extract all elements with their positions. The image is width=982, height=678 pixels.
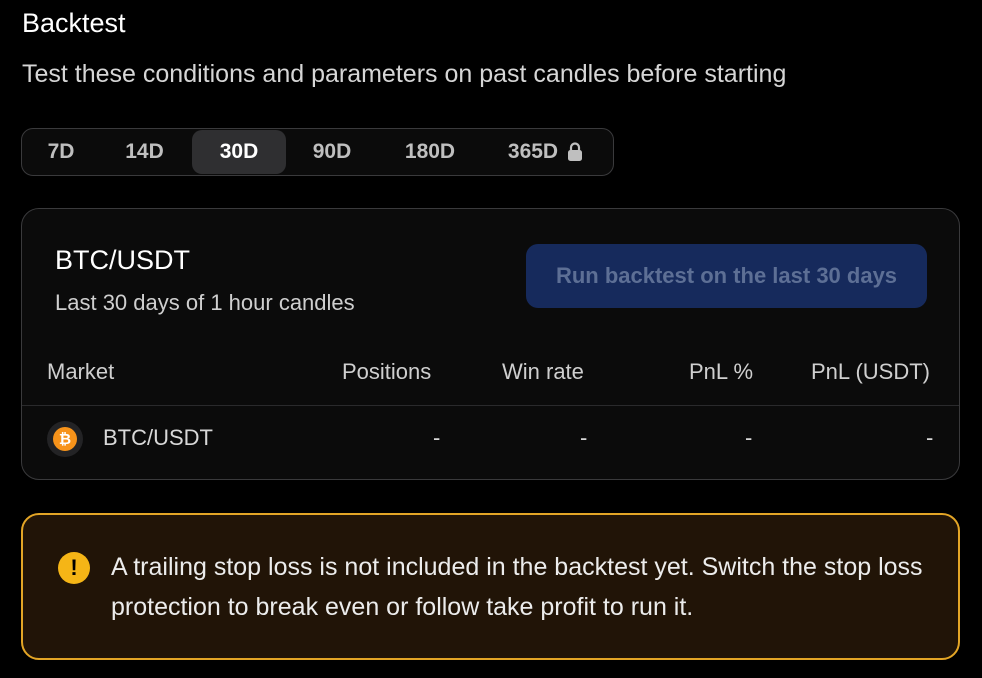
period-label: 7D bbox=[47, 140, 75, 163]
row-pnl-pct: - bbox=[745, 425, 753, 450]
page-title: Backtest bbox=[22, 8, 126, 38]
column-market: Market bbox=[47, 359, 115, 384]
period-365d[interactable]: 365D bbox=[482, 130, 610, 174]
run-backtest-button[interactable]: Run backtest on the last 30 days bbox=[526, 244, 927, 308]
period-selector: 7D 14D 30D 90D 180D 365D bbox=[21, 128, 614, 176]
period-label: 30D bbox=[219, 140, 259, 163]
warning-text: A trailing stop loss is not included in … bbox=[111, 553, 923, 621]
period-14d[interactable]: 14D bbox=[97, 130, 192, 174]
table-header: Market Positions Win rate PnL % PnL (USD… bbox=[22, 359, 959, 405]
period-label: 90D bbox=[312, 140, 352, 163]
warning-icon: ! bbox=[58, 552, 90, 584]
period-90d[interactable]: 90D bbox=[286, 130, 378, 174]
period-180d[interactable]: 180D bbox=[378, 130, 482, 174]
period-label: 180D bbox=[404, 140, 456, 163]
column-win-rate: Win rate bbox=[502, 359, 584, 384]
backtest-card: BTC/USDT Last 30 days of 1 hour candles … bbox=[21, 208, 960, 480]
row-win-rate: - bbox=[580, 425, 588, 450]
lock-icon bbox=[568, 142, 583, 161]
btc-coin-icon: ₿ bbox=[47, 421, 83, 457]
column-pnl-usdt: PnL (USDT) bbox=[811, 359, 930, 384]
trailing-stop-warning: ! A trailing stop loss is not included i… bbox=[21, 513, 960, 660]
period-label: 365D bbox=[507, 140, 559, 163]
period-7d[interactable]: 7D bbox=[25, 130, 97, 174]
row-market: BTC/USDT bbox=[103, 425, 213, 450]
row-pnl-usdt: - bbox=[926, 425, 934, 450]
period-label: 14D bbox=[125, 140, 164, 163]
page-subtitle: Test these conditions and parameters on … bbox=[22, 60, 787, 88]
table-divider bbox=[22, 405, 959, 406]
backtest-page: Backtest Test these conditions and param… bbox=[0, 0, 982, 678]
column-positions: Positions bbox=[342, 359, 432, 384]
candle-range: Last 30 days of 1 hour candles bbox=[55, 290, 355, 315]
period-30d[interactable]: 30D bbox=[192, 130, 286, 174]
row-positions: - bbox=[433, 425, 441, 450]
pair-title: BTC/USDT bbox=[55, 245, 190, 275]
column-pnl-pct: PnL % bbox=[689, 359, 754, 384]
table-row[interactable]: ₿ BTC/USDT - - - - bbox=[22, 421, 959, 461]
